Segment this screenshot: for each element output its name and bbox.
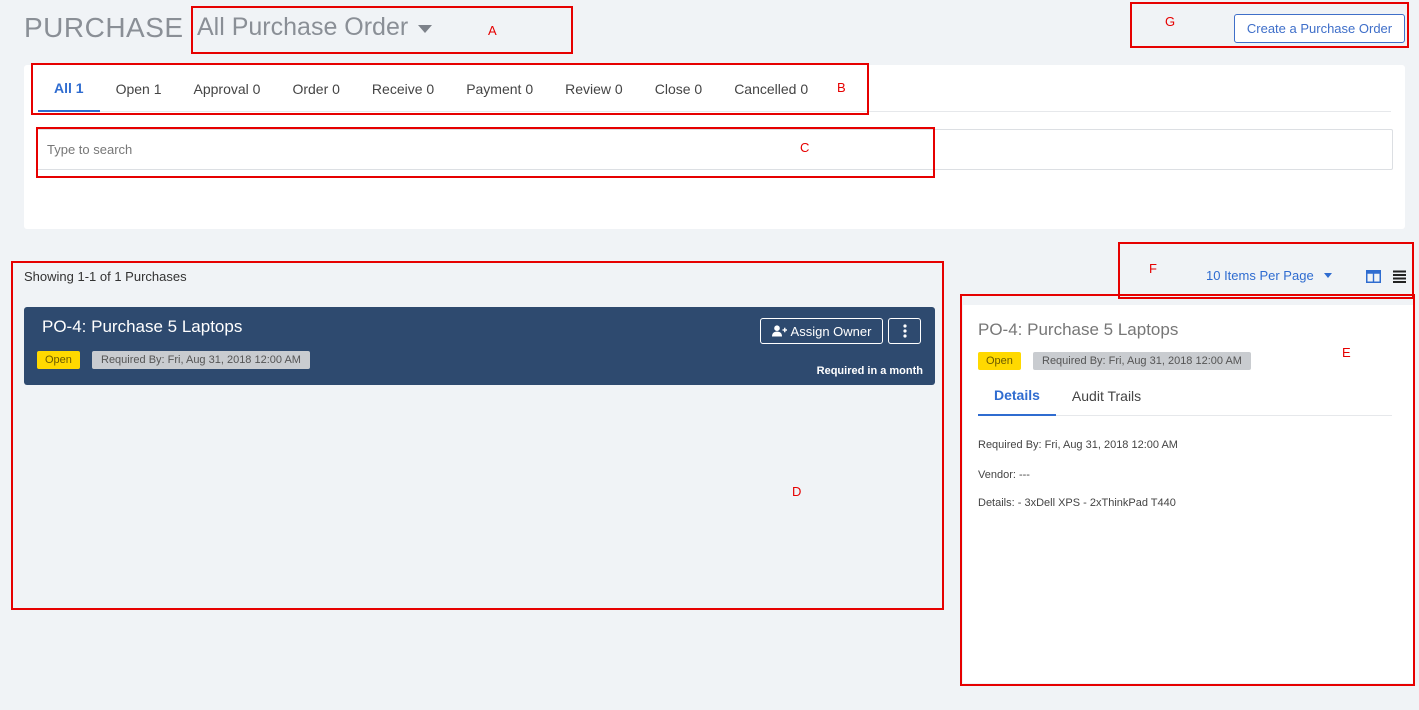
annotation-label-f: F: [1149, 261, 1157, 276]
annotation-label-a: A: [488, 23, 497, 38]
annotation-label-d: D: [792, 484, 802, 499]
page-title: PURCHASE: [24, 12, 184, 43]
annotation-label-g: G: [1165, 14, 1176, 29]
annotation-box-a: [191, 6, 573, 54]
annotation-label-b: B: [837, 80, 846, 95]
annotation-box-d: [11, 261, 944, 610]
annotation-box-f: [1118, 242, 1414, 299]
annotation-box-b: [31, 63, 869, 115]
annotation-label-e: E: [1342, 345, 1351, 360]
annotation-label-c: C: [800, 140, 810, 155]
